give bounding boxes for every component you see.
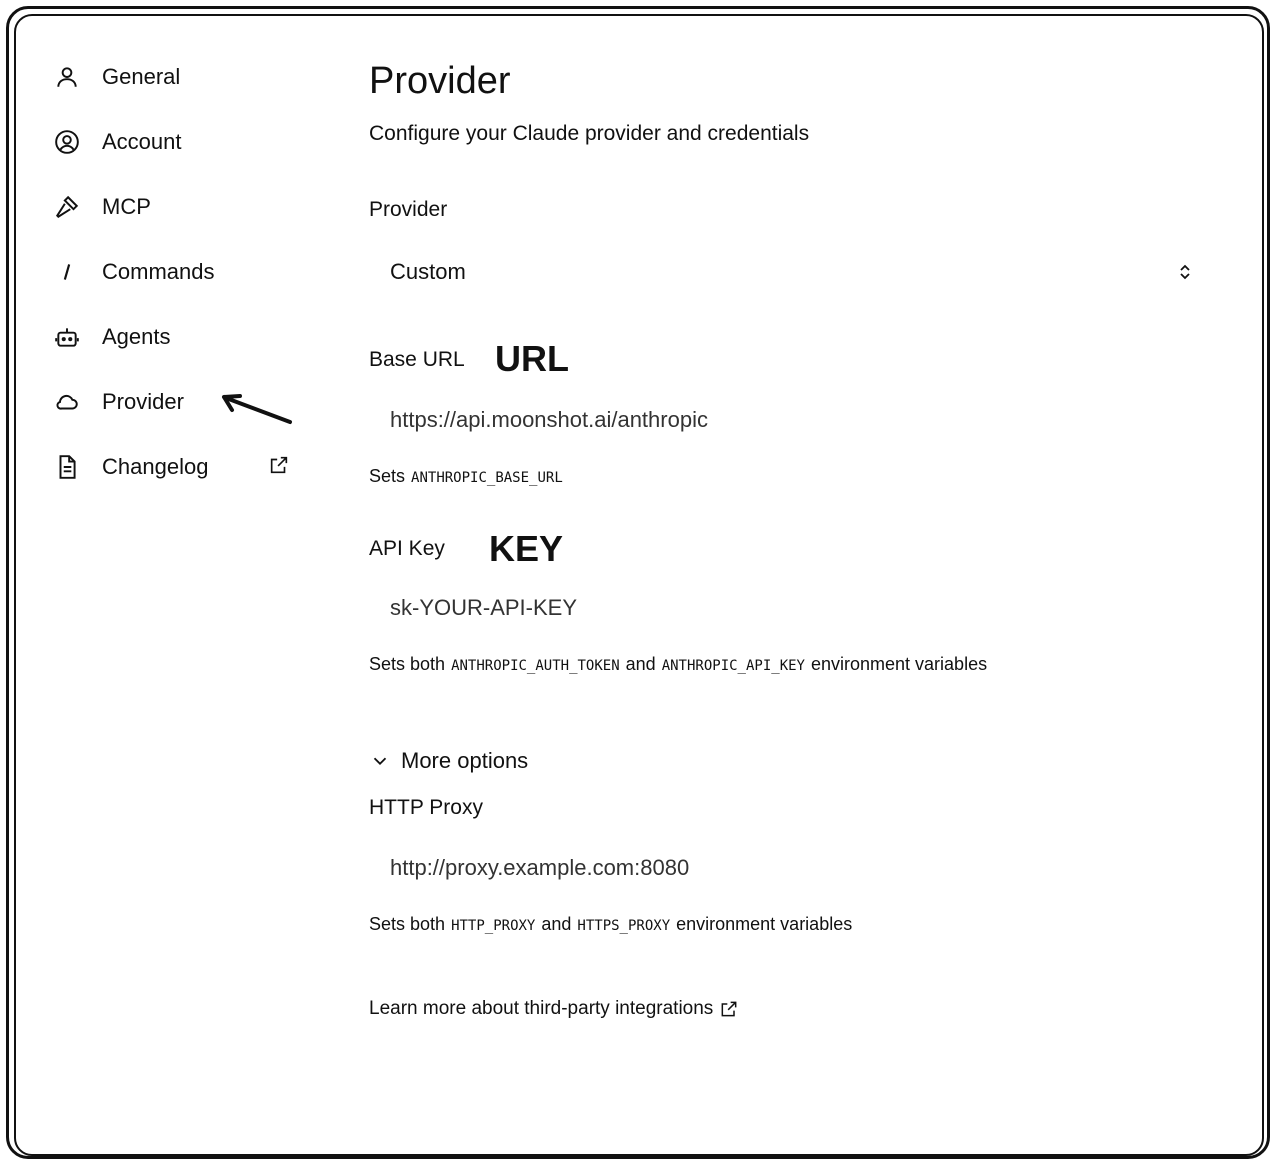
hammer-icon (54, 191, 86, 223)
sidebar-item-label: Agents (102, 323, 171, 349)
env-var-code: HTTPS_PROXY (577, 918, 671, 934)
http-proxy-help: Sets both HTTP_PROXY and HTTPS_PROXY environ… (369, 914, 852, 935)
sidebar-item-label: Provider (102, 388, 184, 414)
sidebar-item-general[interactable]: General (54, 44, 304, 109)
sidebar-item-label: Account (102, 128, 182, 154)
settings-sidebar: General Account MCP Commands Agents Prov… (54, 44, 304, 499)
base-url-help: Sets ANTHROPIC_BASE_URL (369, 466, 569, 487)
api-key-label: API Key (369, 537, 445, 560)
slash-icon (54, 256, 86, 288)
sidebar-item-label: Changelog (102, 453, 209, 479)
env-var-code: ANTHROPIC_BASE_URL (411, 470, 563, 486)
page-subtitle: Configure your Claude provider and crede… (369, 122, 810, 145)
env-var-code: ANTHROPIC_API_KEY (661, 658, 805, 674)
user-circle-icon (54, 126, 86, 158)
provider-select-value: Custom (390, 259, 466, 284)
sidebar-item-label: Commands (102, 258, 215, 284)
page-title: Provider (369, 60, 511, 102)
external-link-icon (721, 1001, 737, 1017)
help-text: Sets (369, 466, 406, 486)
help-text: Sets both (369, 654, 446, 674)
sidebar-item-commands[interactable]: Commands (54, 239, 304, 304)
robot-icon (54, 321, 86, 353)
sidebar-item-label: General (102, 63, 181, 89)
help-text: and (625, 654, 656, 674)
provider-settings-panel: Provider Configure your Claude provider … (369, 58, 1219, 1019)
learn-more-label: Learn more about third-party integration… (369, 998, 714, 1019)
provider-select[interactable]: Custom (369, 250, 1205, 294)
sidebar-item-mcp[interactable]: MCP (54, 174, 304, 239)
api-key-help: Sets both ANTHROPIC_AUTH_TOKEN and ANTHROPI… (369, 654, 987, 675)
help-text: environment variables (676, 914, 853, 934)
more-options-toggle[interactable]: More options (369, 748, 528, 774)
sidebar-item-changelog[interactable]: Changelog (54, 434, 304, 499)
help-text: environment variables (810, 654, 988, 674)
key-annotation: KEY (489, 528, 564, 569)
provider-label: Provider (369, 198, 448, 221)
sidebar-item-account[interactable]: Account (54, 109, 304, 174)
http-proxy-label: HTTP Proxy (369, 796, 483, 819)
chevron-down-icon (373, 757, 387, 766)
document-icon (54, 451, 86, 483)
cloud-icon (54, 386, 86, 418)
help-text: and (541, 914, 572, 934)
api-key-input[interactable]: sk-YOUR-API-KEY (369, 586, 1205, 630)
more-options-label: More options (401, 748, 529, 773)
sidebar-item-label: MCP (102, 193, 151, 219)
http-proxy-input[interactable]: http://proxy.example.com:8080 (369, 846, 1205, 890)
help-text: Sets both (369, 914, 446, 934)
sidebar-item-agents[interactable]: Agents (54, 304, 304, 369)
user-icon (54, 61, 86, 93)
env-var-code: ANTHROPIC_AUTH_TOKEN (451, 658, 620, 674)
base-url-input[interactable]: https://api.moonshot.ai/anthropic (369, 398, 1205, 442)
url-annotation: URL (495, 338, 569, 379)
learn-more-link[interactable]: Learn more about third-party integration… (369, 998, 739, 1020)
base-url-label: Base URL (369, 348, 465, 371)
chevron-up-down-icon (1180, 264, 1190, 280)
annotation-arrow-icon (222, 394, 292, 424)
external-link-icon (268, 454, 290, 476)
env-var-code: HTTP_PROXY (451, 918, 536, 934)
